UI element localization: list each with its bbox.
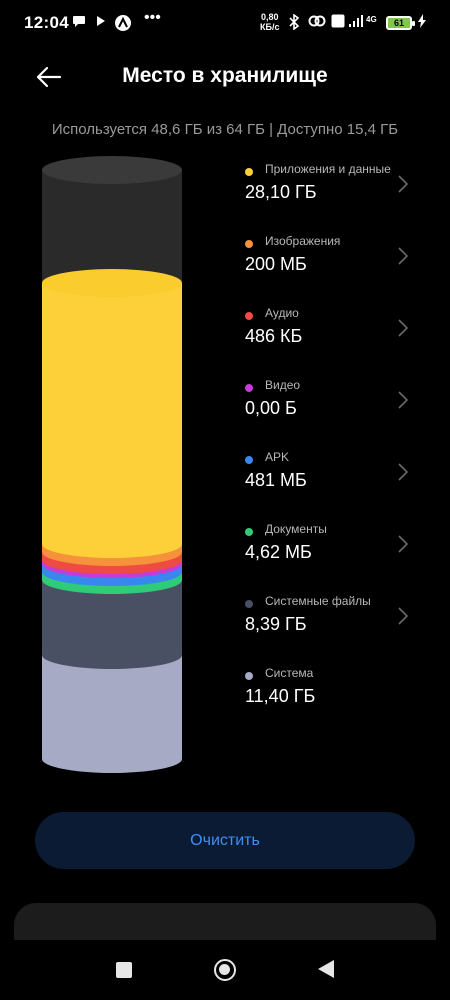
clean-button[interactable]: Очистить	[35, 812, 415, 869]
network-type: 4G	[366, 15, 377, 24]
category-color-dot	[245, 528, 253, 536]
category-images[interactable]: Изображения 200 МБ	[245, 230, 450, 290]
category-color-dot	[245, 672, 253, 680]
category-name: Системные файлы	[265, 594, 371, 608]
category-audio[interactable]: Аудио 486 КБ	[245, 302, 450, 362]
nav-back-button[interactable]	[318, 960, 334, 978]
cylinder-top-cap	[42, 156, 182, 184]
link-icon	[308, 14, 326, 31]
cylinder-segment-system	[42, 655, 182, 773]
signal-icon	[348, 14, 364, 31]
category-name: Изображения	[265, 234, 341, 248]
network-speed: 0,80 КБ/с	[260, 12, 279, 32]
network-speed-unit: КБ/с	[260, 22, 280, 32]
network-speed-value: 0,80	[260, 12, 279, 22]
category-size: 481 МБ	[245, 470, 307, 490]
category-size: 0,00 Б	[245, 398, 297, 418]
category-size: 28,10 ГБ	[245, 182, 317, 202]
category-color-dot	[245, 240, 253, 248]
cylinder-segment-apps	[42, 283, 182, 558]
category-color-dot	[245, 384, 253, 392]
category-color-dot	[245, 600, 253, 608]
charging-icon	[418, 14, 426, 31]
battery-icon: 61	[386, 16, 415, 30]
category-size: 200 МБ	[245, 254, 307, 274]
category-size: 486 КБ	[245, 326, 303, 346]
category-color-dot	[245, 312, 253, 320]
cylinder-apps-top	[42, 269, 182, 297]
category-documents[interactable]: Документы 4,62 МБ	[245, 518, 450, 578]
chevron-right-icon	[398, 175, 409, 193]
category-size: 8,39 ГБ	[245, 614, 307, 634]
category-apps[interactable]: Приложения и данные 28,10 ГБ	[245, 158, 450, 218]
category-name: APK	[265, 450, 290, 464]
recents-button[interactable]	[116, 962, 132, 978]
chevron-right-icon	[398, 319, 409, 337]
chevron-right-icon	[398, 247, 409, 265]
category-system-files[interactable]: Системные файлы 8,39 ГБ	[245, 590, 450, 650]
storage-cylinder-chart	[42, 156, 182, 773]
volte-icon	[331, 14, 345, 31]
chevron-right-icon	[398, 607, 409, 625]
battery-level: 61	[393, 18, 404, 28]
category-color-dot	[245, 168, 253, 176]
category-apk[interactable]: APK 481 МБ	[245, 446, 450, 506]
category-name: Документы	[265, 522, 327, 536]
bluetooth-icon	[288, 13, 300, 33]
home-button[interactable]	[214, 959, 236, 981]
category-size: 11,40 ГБ	[245, 686, 316, 706]
category-name: Система	[265, 666, 314, 680]
category-size: 4,62 МБ	[245, 542, 312, 562]
chevron-right-icon	[398, 463, 409, 481]
category-system: Система 11,40 ГБ	[245, 662, 450, 722]
navigation-bar	[0, 940, 450, 1000]
chevron-right-icon	[398, 391, 409, 409]
chevron-right-icon	[398, 535, 409, 553]
category-name: Приложения и данные	[265, 162, 391, 176]
category-color-dot	[245, 456, 253, 464]
category-name: Видео	[265, 378, 301, 392]
category-name: Аудио	[265, 306, 299, 320]
category-video[interactable]: Видео 0,00 Б	[245, 374, 450, 434]
